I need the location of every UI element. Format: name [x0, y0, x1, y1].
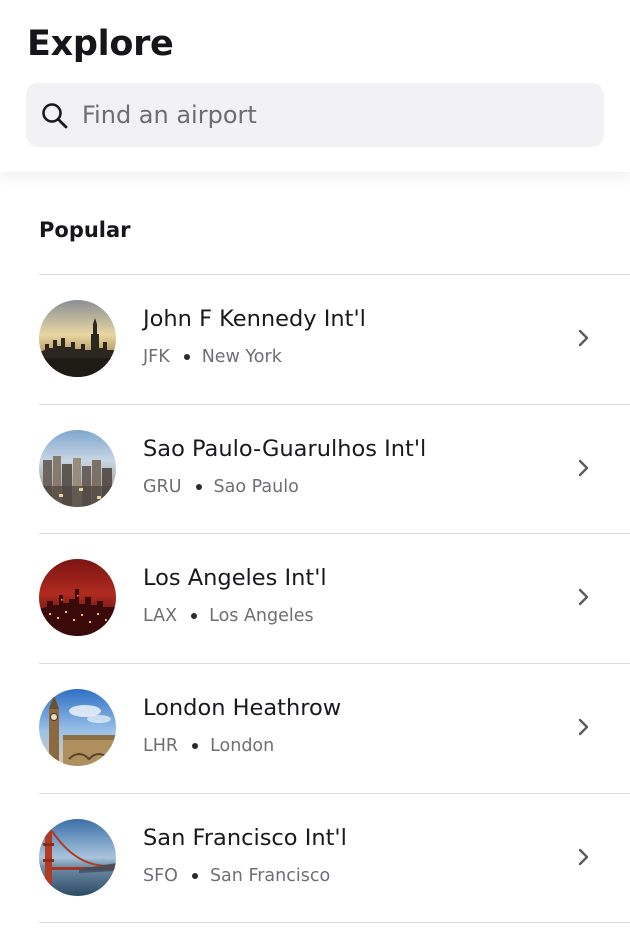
airport-meta: SFO San Francisco [143, 864, 330, 888]
airport-city: Los Angeles [209, 606, 314, 626]
airport-meta: LAX Los Angeles [143, 604, 314, 628]
airport-name: San Francisco Int'l [143, 825, 347, 851]
airport-name: Los Angeles Int'l [143, 565, 327, 591]
chevron-right-icon [578, 718, 589, 736]
search-input[interactable] [82, 97, 582, 133]
chevron-right-icon [578, 848, 589, 866]
page-title: Explore [27, 24, 174, 64]
airport-thumbnail-san-francisco [39, 819, 116, 896]
bullet-dot-icon [191, 613, 198, 619]
search-icon [42, 103, 68, 129]
airport-row-jfk[interactable]: John F Kennedy Int'l JFK New York [0, 275, 630, 404]
airport-thumbnail-new-york [39, 300, 116, 377]
airport-row-gru[interactable]: Sao Paulo-Guarulhos Int'l GRU Sao Paulo [0, 405, 630, 534]
airport-city: Sao Paulo [213, 477, 299, 497]
airport-city: London [210, 736, 275, 756]
airport-code: GRU [143, 477, 182, 497]
airport-thumbnail-london [39, 689, 116, 766]
airport-thumbnail-sao-paulo [39, 430, 116, 507]
airport-row-sfo[interactable]: San Francisco Int'l SFO San Francisco [0, 794, 630, 923]
bullet-dot-icon [183, 354, 190, 360]
airport-city: San Francisco [209, 866, 331, 886]
chevron-right-icon [578, 588, 589, 606]
airport-row-lax[interactable]: Los Angeles Int'l LAX Los Angeles [0, 534, 630, 663]
header: Explore [0, 0, 630, 172]
airport-code: SFO [143, 866, 178, 886]
chevron-right-icon [578, 329, 589, 347]
bullet-dot-icon [191, 873, 198, 879]
section-title-popular: Popular [39, 218, 131, 242]
bullet-dot-icon [195, 484, 202, 490]
airport-meta: LHR London [143, 734, 274, 758]
airport-row-lhr[interactable]: London Heathrow LHR London [0, 664, 630, 793]
divider [39, 922, 630, 923]
airport-name: London Heathrow [143, 695, 342, 721]
airport-thumbnail-los-angeles [39, 559, 116, 636]
airport-meta: GRU Sao Paulo [143, 475, 299, 499]
airport-code: LAX [143, 606, 178, 626]
airport-name: John F Kennedy Int'l [143, 306, 366, 332]
airport-meta: JFK New York [143, 345, 282, 369]
airport-code: LHR [143, 736, 179, 756]
chevron-right-icon [578, 459, 589, 477]
airport-city: New York [201, 347, 282, 367]
airport-name: Sao Paulo-Guarulhos Int'l [143, 436, 427, 462]
airport-code: JFK [143, 347, 170, 367]
bullet-dot-icon [192, 743, 199, 749]
